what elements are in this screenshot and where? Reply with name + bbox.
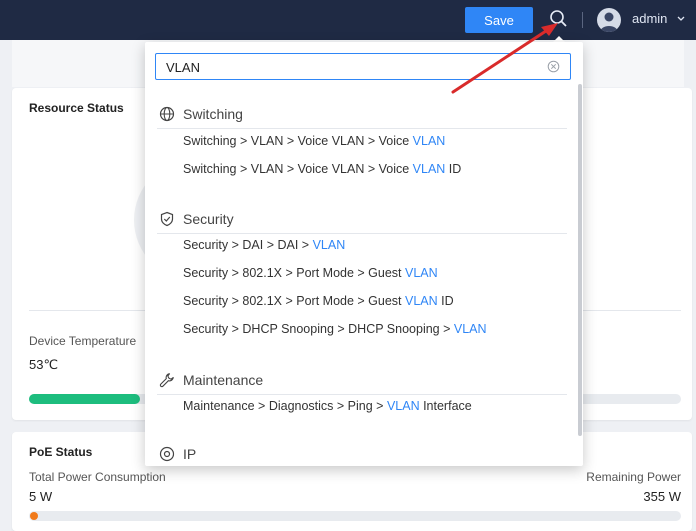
result-match: VLAN [405,294,438,308]
result-group-security: Security [157,205,567,234]
result-group-switching: Switching [157,100,567,129]
total-power-label: Total Power Consumption [29,470,166,484]
clear-icon[interactable] [547,60,560,73]
result-text: Security > DHCP Snooping > DHCP Snooping… [183,322,454,336]
user-menu-name[interactable]: admin [632,11,667,26]
result-text: Security > DAI > DAI > [183,238,313,252]
result-item[interactable]: Switching > VLAN > Voice VLAN > Voice VL… [183,162,461,176]
result-text: Switching > VLAN > Voice VLAN > Voice [183,162,413,176]
dropdown-scrollbar[interactable] [578,84,582,436]
result-suffix: ID [445,162,462,176]
result-text: Maintenance > Diagnostics > Ping > [183,399,387,413]
search-input-value[interactable]: VLAN [166,60,200,75]
result-group-maintenance: Maintenance [157,366,567,395]
remaining-power-label: Remaining Power [586,470,681,484]
poe-bar [29,511,681,521]
result-match: VLAN [312,238,346,252]
search-dropdown: VLAN Switching Switching > VLAN > Voice … [145,42,583,466]
result-text: Security > 802.1X > Port Mode > Guest [183,266,405,280]
avatar[interactable] [597,8,621,32]
poe-bar-indicator [30,512,38,520]
result-match: VLAN [412,162,446,176]
chevron-down-icon[interactable] [676,14,686,24]
result-item[interactable]: Security > 802.1X > Port Mode > Guest VL… [183,266,438,280]
group-label-maintenance: Maintenance [183,372,264,388]
group-label-ip: IP [183,446,197,462]
result-item[interactable]: Security > 802.1X > Port Mode > Guest VL… [183,294,454,308]
device-temperature-value: 53℃ [29,357,59,372]
result-item[interactable]: Maintenance > Diagnostics > Ping > VLAN … [183,399,472,413]
search-icon[interactable] [548,9,568,29]
result-match: VLAN [405,266,438,280]
result-match: VLAN [386,399,420,413]
header-divider [582,12,583,28]
temperature-bar-fill [29,394,140,404]
globe-icon [159,106,175,122]
result-suffix: Interface [419,399,472,413]
save-button[interactable]: Save [465,7,533,33]
group-label-security: Security [183,211,234,227]
shield-icon [160,211,174,227]
wrench-icon [159,373,174,388]
result-text: Security > 802.1X > Port Mode > Guest [183,294,405,308]
result-match: VLAN [453,322,487,336]
poe-status-title: PoE Status [29,445,93,459]
result-text: Switching > VLAN > Voice VLAN > Voice [183,134,413,148]
remaining-power-value: 355 W [643,489,681,504]
user-icon [600,12,618,32]
result-item[interactable]: Switching > VLAN > Voice VLAN > Voice VL… [183,134,445,148]
result-match: VLAN [412,134,446,148]
result-item[interactable]: Security > DHCP Snooping > DHCP Snooping… [183,322,487,336]
resource-status-title: Resource Status [29,101,124,115]
total-power-value: 5 W [29,489,53,504]
result-suffix: ID [437,294,454,308]
ip-icon [159,446,175,462]
group-label-switching: Switching [183,106,243,122]
result-group-ip: IP [157,440,567,466]
search-input[interactable]: VLAN [155,53,571,80]
result-item[interactable]: Security > DAI > DAI > VLAN [183,238,345,252]
device-temperature-label: Device Temperature [29,334,137,348]
top-bar: Save admin [0,0,696,40]
